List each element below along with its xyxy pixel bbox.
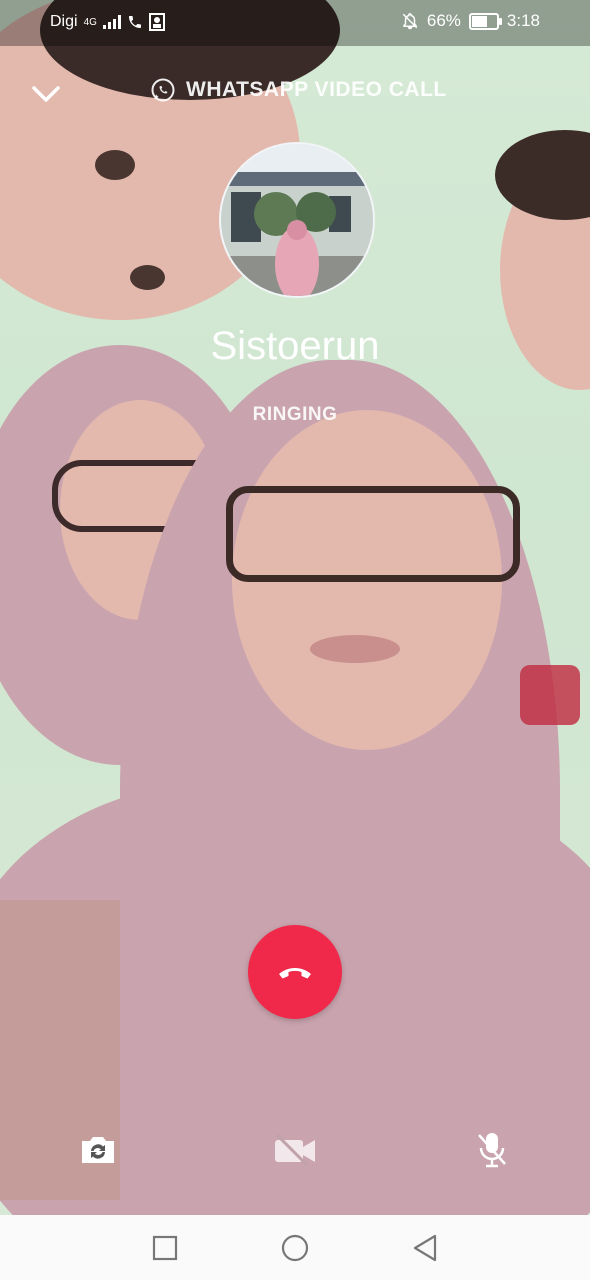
switch-camera-button[interactable] bbox=[76, 1128, 120, 1172]
status-left: Digi 4G bbox=[50, 13, 165, 31]
status-bar: Digi 4G 66% 3:18 bbox=[0, 0, 590, 46]
back-button[interactable] bbox=[410, 1233, 440, 1263]
carrier-label: Digi bbox=[50, 13, 78, 30]
image-notification-icon bbox=[148, 13, 165, 31]
switch-camera-icon bbox=[82, 1137, 114, 1163]
circle-icon bbox=[281, 1234, 309, 1262]
mute-button[interactable] bbox=[470, 1128, 514, 1172]
video-off-button[interactable] bbox=[273, 1128, 317, 1172]
network-type: 4G bbox=[83, 16, 97, 28]
video-off-icon bbox=[275, 1133, 315, 1167]
square-icon bbox=[152, 1235, 178, 1261]
caller-avatar bbox=[219, 142, 375, 298]
recents-button[interactable] bbox=[150, 1233, 180, 1263]
system-nav-bar bbox=[0, 1215, 590, 1280]
home-button[interactable] bbox=[280, 1233, 310, 1263]
call-icon bbox=[128, 16, 141, 28]
call-status: RINGING bbox=[252, 404, 338, 425]
collapse-button[interactable] bbox=[28, 76, 64, 112]
mute-notification-icon bbox=[402, 13, 418, 30]
call-type-label: WHATSAPP VIDEO CALL bbox=[186, 78, 447, 101]
triangle-back-icon bbox=[413, 1234, 437, 1262]
end-call-button[interactable] bbox=[248, 925, 342, 1019]
battery-percent: 66% bbox=[426, 11, 461, 30]
call-type-header: WHATSAPP VIDEO CALL bbox=[150, 77, 447, 103]
whatsapp-icon bbox=[151, 78, 175, 102]
signal-icon bbox=[102, 15, 121, 29]
phone-hangup-icon bbox=[279, 968, 311, 979]
chevron-down-icon bbox=[32, 86, 60, 102]
caller-name: Sistoerun bbox=[210, 324, 380, 368]
battery-icon bbox=[468, 12, 502, 30]
mic-off-icon bbox=[478, 1133, 506, 1168]
status-right: 66% 3:18 bbox=[401, 11, 540, 31]
clock: 3:18 bbox=[506, 11, 540, 30]
